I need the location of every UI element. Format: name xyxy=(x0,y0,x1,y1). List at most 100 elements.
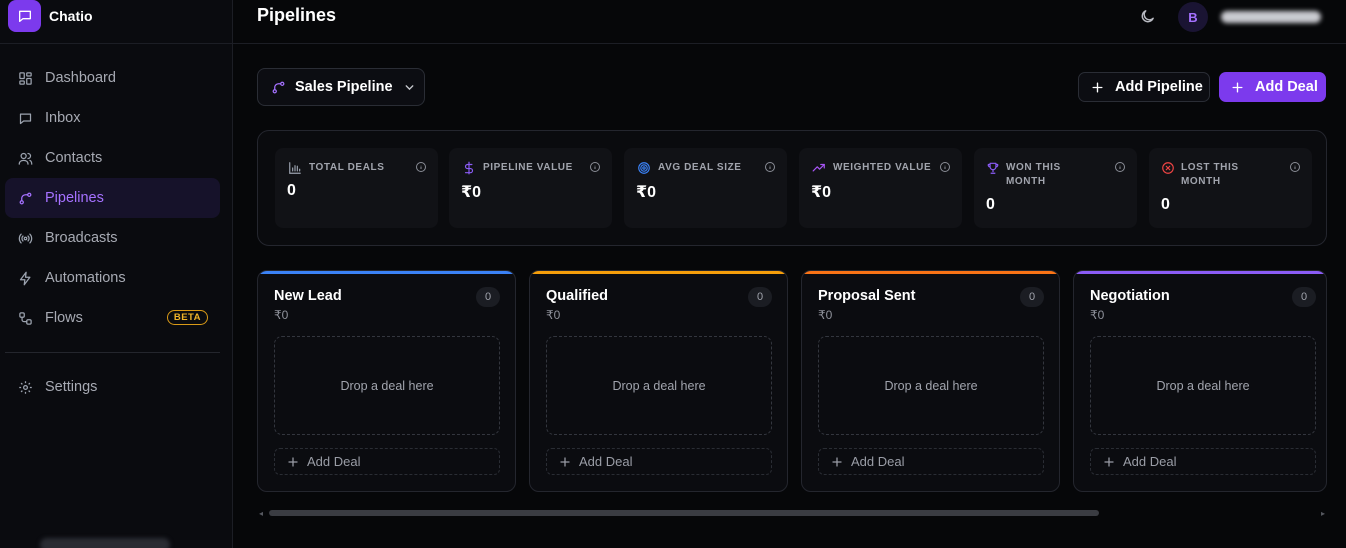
sidebar: Chatio Dashboard Inbox Contacts Pipeline… xyxy=(0,0,233,548)
add-deal-column-label: Add Deal xyxy=(851,454,905,469)
pipeline-column-negotiation: Negotiation 0 ₹0 Drop a deal here Add De… xyxy=(1073,270,1327,492)
sidebar-item-label: Automations xyxy=(45,270,126,286)
stat-label: WEIGHTED VALUE xyxy=(833,162,932,173)
user-name-redacted[interactable] xyxy=(1221,11,1321,23)
drop-zone[interactable]: Drop a deal here xyxy=(546,336,772,435)
stat-label: AVG DEAL SIZE xyxy=(658,162,742,173)
add-deal-column-button[interactable]: Add Deal xyxy=(546,448,772,475)
add-deal-column-button[interactable]: Add Deal xyxy=(1090,448,1316,475)
sidebar-user-redacted[interactable] xyxy=(40,538,170,548)
bar-chart-icon xyxy=(287,160,303,176)
column-title: Negotiation xyxy=(1090,288,1170,304)
lightning-icon xyxy=(17,270,33,286)
info-icon[interactable] xyxy=(764,161,776,173)
brand[interactable]: Chatio xyxy=(8,0,93,34)
sidebar-item-label: Broadcasts xyxy=(45,230,118,246)
sidebar-item-settings[interactable]: Settings xyxy=(5,367,220,407)
sidebar-nav: Dashboard Inbox Contacts Pipelines Broad… xyxy=(5,58,220,407)
column-count-badge: 0 xyxy=(748,287,772,307)
stats-panel: TOTAL DEALS 0 PIPELINE VALUE ₹0 AVG DEAL… xyxy=(257,130,1327,246)
sidebar-item-pipelines[interactable]: Pipelines xyxy=(5,178,220,218)
pipeline-select[interactable]: Sales Pipeline xyxy=(257,68,425,106)
plus-icon xyxy=(287,456,299,468)
stat-label: WON THIS MONTH xyxy=(1006,162,1061,187)
column-color-bar xyxy=(530,271,787,274)
stat-avg-deal-size: AVG DEAL SIZE ₹0 xyxy=(624,148,787,228)
flows-icon xyxy=(17,310,33,326)
sidebar-item-label: Contacts xyxy=(45,150,103,166)
stat-value: 0 xyxy=(1161,196,1170,213)
app-root: Chatio Dashboard Inbox Contacts Pipeline… xyxy=(0,0,1346,548)
sidebar-item-label: Inbox xyxy=(45,110,81,126)
info-icon[interactable] xyxy=(589,161,601,173)
stat-weighted-value: WEIGHTED VALUE ₹0 xyxy=(799,148,962,228)
dollar-icon xyxy=(461,160,477,176)
sidebar-item-automations[interactable]: Automations xyxy=(5,258,220,298)
app-name: Chatio xyxy=(49,7,93,24)
stat-pipeline-value: PIPELINE VALUE ₹0 xyxy=(449,148,612,228)
scrollbar-thumb[interactable] xyxy=(269,510,1099,516)
avatar[interactable]: B xyxy=(1178,2,1208,32)
drop-zone[interactable]: Drop a deal here xyxy=(818,336,1044,435)
pipelines-icon xyxy=(17,190,33,206)
info-icon[interactable] xyxy=(415,161,427,173)
add-deal-label: Add Deal xyxy=(1255,79,1318,95)
column-value: ₹0 xyxy=(274,308,289,322)
pipeline-column-proposal-sent: Proposal Sent 0 ₹0 Drop a deal here Add … xyxy=(801,270,1060,492)
board-horizontal-scrollbar[interactable]: ◂ ▸ xyxy=(257,507,1327,518)
plus-icon xyxy=(1103,456,1115,468)
column-value: ₹0 xyxy=(1090,308,1105,322)
drop-zone[interactable]: Drop a deal here xyxy=(1090,336,1316,435)
column-title: Qualified xyxy=(546,288,609,304)
add-deal-column-label: Add Deal xyxy=(579,454,633,469)
sidebar-item-inbox[interactable]: Inbox xyxy=(5,98,220,138)
scroll-right-arrow-icon[interactable]: ▸ xyxy=(1321,509,1325,518)
plus-icon xyxy=(831,456,843,468)
scroll-left-arrow-icon[interactable]: ◂ xyxy=(259,509,263,518)
stat-total-deals: TOTAL DEALS 0 xyxy=(275,148,438,228)
add-pipeline-label: Add Pipeline xyxy=(1115,79,1203,95)
pipelines-icon xyxy=(271,80,286,95)
stat-value: 0 xyxy=(986,196,995,213)
divider xyxy=(0,43,232,44)
stat-lost-this-month: LOST THIS MONTH 0 xyxy=(1149,148,1312,228)
stat-value: ₹0 xyxy=(811,184,832,201)
column-count-badge: 0 xyxy=(476,287,500,307)
stat-value: ₹0 xyxy=(636,184,657,201)
plus-icon xyxy=(1231,81,1244,94)
moon-icon[interactable] xyxy=(1137,6,1157,26)
broadcast-icon xyxy=(17,230,33,246)
column-color-bar xyxy=(1074,271,1326,274)
add-deal-column-button[interactable]: Add Deal xyxy=(274,448,500,475)
x-circle-icon xyxy=(1161,160,1175,176)
add-deal-column-label: Add Deal xyxy=(1123,454,1177,469)
sidebar-item-flows[interactable]: Flows BETA xyxy=(5,298,220,338)
beta-badge: BETA xyxy=(166,310,208,325)
sidebar-item-dashboard[interactable]: Dashboard xyxy=(5,58,220,98)
drop-zone-text: Drop a deal here xyxy=(1156,378,1250,393)
plus-icon xyxy=(1091,81,1104,94)
drop-zone-text: Drop a deal here xyxy=(884,378,978,393)
drop-zone-text: Drop a deal here xyxy=(340,378,434,393)
info-icon[interactable] xyxy=(1289,161,1301,173)
pipeline-column-new-lead: New Lead 0 ₹0 Drop a deal here Add Deal xyxy=(257,270,516,492)
topbar: Pipelines B xyxy=(233,0,1346,44)
drop-zone[interactable]: Drop a deal here xyxy=(274,336,500,435)
sidebar-item-broadcasts[interactable]: Broadcasts xyxy=(5,218,220,258)
add-pipeline-button[interactable]: Add Pipeline xyxy=(1078,72,1210,102)
sidebar-item-label: Pipelines xyxy=(45,190,104,206)
info-icon[interactable] xyxy=(939,161,951,173)
trending-up-icon xyxy=(811,160,827,176)
sidebar-item-label: Dashboard xyxy=(45,70,116,86)
info-icon[interactable] xyxy=(1114,161,1126,173)
add-deal-column-button[interactable]: Add Deal xyxy=(818,448,1044,475)
chat-bubble-icon xyxy=(8,0,41,32)
pipeline-column-qualified: Qualified 0 ₹0 Drop a deal here Add Deal xyxy=(529,270,788,492)
stat-value: ₹0 xyxy=(461,184,482,201)
sidebar-item-contacts[interactable]: Contacts xyxy=(5,138,220,178)
target-icon xyxy=(636,160,652,176)
column-title: New Lead xyxy=(274,288,342,304)
column-value: ₹0 xyxy=(818,308,833,322)
plus-icon xyxy=(559,456,571,468)
add-deal-button[interactable]: Add Deal xyxy=(1219,72,1326,102)
